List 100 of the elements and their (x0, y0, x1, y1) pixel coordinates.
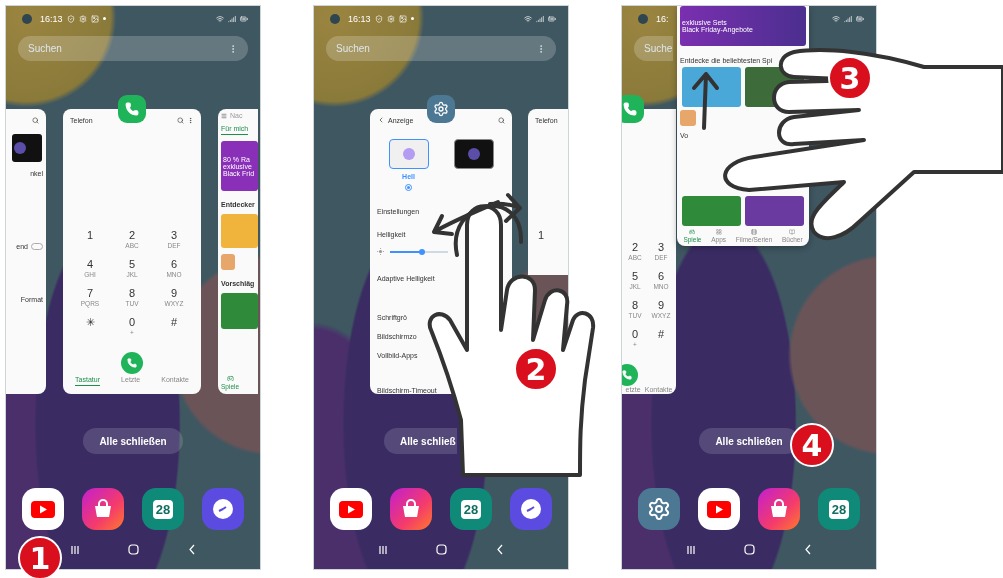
dial-key[interactable]: 1 (86, 229, 94, 241)
clock-app-icon[interactable] (510, 488, 552, 530)
theme-preview[interactable] (453, 139, 494, 169)
game-thumbnail[interactable] (221, 214, 258, 248)
wifi-icon (524, 14, 532, 23)
battery-icon (240, 14, 248, 23)
back-icon[interactable] (377, 116, 385, 124)
play-icon (31, 500, 55, 518)
calendar-date: 28 (828, 499, 850, 519)
dial-key[interactable]: 5 (631, 270, 639, 282)
battery-icon (548, 14, 556, 23)
circle-icon (14, 142, 26, 154)
store-app-icon[interactable] (758, 488, 800, 530)
shield-icon (66, 14, 75, 23)
call-button[interactable] (622, 364, 638, 386)
play-icon (339, 500, 363, 518)
video-app-icon[interactable] (22, 488, 64, 530)
grid-icon (715, 229, 722, 235)
game-thumbnail[interactable] (680, 110, 696, 126)
status-time: 16:13 (40, 13, 63, 24)
radio-button[interactable] (405, 184, 412, 191)
wifi-icon (216, 14, 224, 23)
gamepad-icon (226, 375, 234, 382)
dial-key[interactable]: 0 (631, 328, 639, 340)
recents-icon[interactable] (70, 544, 81, 555)
calendar-app-icon[interactable]: 28 (450, 488, 492, 530)
clock-icon (520, 498, 542, 520)
circle-icon (467, 148, 480, 160)
back-icon[interactable] (803, 544, 812, 555)
back-icon[interactable] (495, 544, 504, 555)
wifi-icon (832, 14, 840, 23)
phone-app-icon[interactable] (118, 95, 146, 123)
phone-app-icon[interactable] (622, 95, 644, 123)
dial-key[interactable]: 1 (537, 229, 545, 241)
image-icon (398, 14, 407, 23)
store-app-icon[interactable] (82, 488, 124, 530)
game-thumbnail[interactable] (221, 254, 235, 270)
video-app-icon[interactable] (698, 488, 740, 530)
book-icon (789, 229, 796, 235)
dial-key[interactable]: 9 (170, 287, 178, 299)
dial-key[interactable]: 8 (631, 299, 639, 311)
settings-icon[interactable] (427, 95, 455, 123)
calendar-app-icon[interactable]: 28 (142, 488, 184, 530)
game-thumbnail[interactable] (682, 196, 741, 226)
shopping-bag-icon (768, 498, 790, 520)
sun-icon (377, 248, 384, 255)
menu-icon (221, 112, 227, 119)
close-all-button[interactable]: Alle schließen (83, 428, 183, 454)
dial-key[interactable]: 9 (657, 299, 665, 311)
dial-key[interactable]: 3 (170, 229, 178, 241)
notification-dot-icon (102, 17, 106, 20)
status-time: 16: (656, 13, 669, 24)
dial-key[interactable]: # (657, 328, 665, 340)
home-icon[interactable] (128, 544, 140, 555)
dial-key[interactable]: 6 (657, 270, 665, 282)
gamepad-icon (689, 229, 696, 235)
play-icon (707, 500, 731, 518)
dial-key[interactable]: 0 (128, 316, 136, 328)
search-icon (32, 116, 39, 124)
phone-icon (127, 358, 137, 368)
swipe-left-arrow (430, 198, 500, 238)
dial-key[interactable]: ✳ (85, 316, 95, 329)
dial-key[interactable]: 2 (631, 241, 639, 253)
dial-key[interactable]: 2 (128, 229, 136, 241)
call-button[interactable] (121, 352, 143, 374)
dial-key[interactable]: 6 (170, 258, 178, 270)
notification-dot-icon (410, 17, 414, 20)
dial-key[interactable]: 3 (657, 241, 665, 253)
clock-icon (212, 498, 234, 520)
shopping-bag-icon (400, 498, 422, 520)
shield-icon (374, 14, 383, 23)
dial-key[interactable]: 5 (128, 258, 136, 270)
camera-hole-icon (22, 13, 32, 24)
dial-key[interactable]: 7 (86, 287, 94, 299)
home-icon[interactable] (744, 544, 756, 555)
image-icon (90, 14, 99, 23)
video-app-icon[interactable] (330, 488, 372, 530)
shopping-bag-icon (92, 498, 114, 520)
settings-icon (78, 14, 87, 23)
game-thumbnail[interactable] (221, 293, 258, 329)
clock-app-icon[interactable] (202, 488, 244, 530)
search-icon (498, 116, 505, 124)
dial-key[interactable]: 4 (86, 258, 94, 270)
swipe-up-arrow (690, 70, 720, 130)
dial-key[interactable]: # (170, 316, 178, 328)
store-app-icon[interactable] (390, 488, 432, 530)
recents-icon[interactable] (378, 544, 389, 555)
gear-icon (647, 497, 671, 521)
status-time: 16:13 (348, 13, 371, 24)
close-all-button[interactable]: Alle schließ (384, 428, 457, 454)
home-icon[interactable] (436, 544, 448, 555)
phone-icon (622, 370, 632, 380)
settings-app-icon[interactable] (638, 488, 680, 530)
recents-icon[interactable] (686, 544, 697, 555)
calendar-app-icon[interactable]: 28 (818, 488, 860, 530)
camera-hole-icon (638, 13, 648, 24)
back-icon[interactable] (187, 544, 196, 555)
dial-key[interactable]: 8 (128, 287, 136, 299)
game-thumbnail[interactable] (745, 196, 804, 226)
signal-icon (228, 14, 236, 23)
